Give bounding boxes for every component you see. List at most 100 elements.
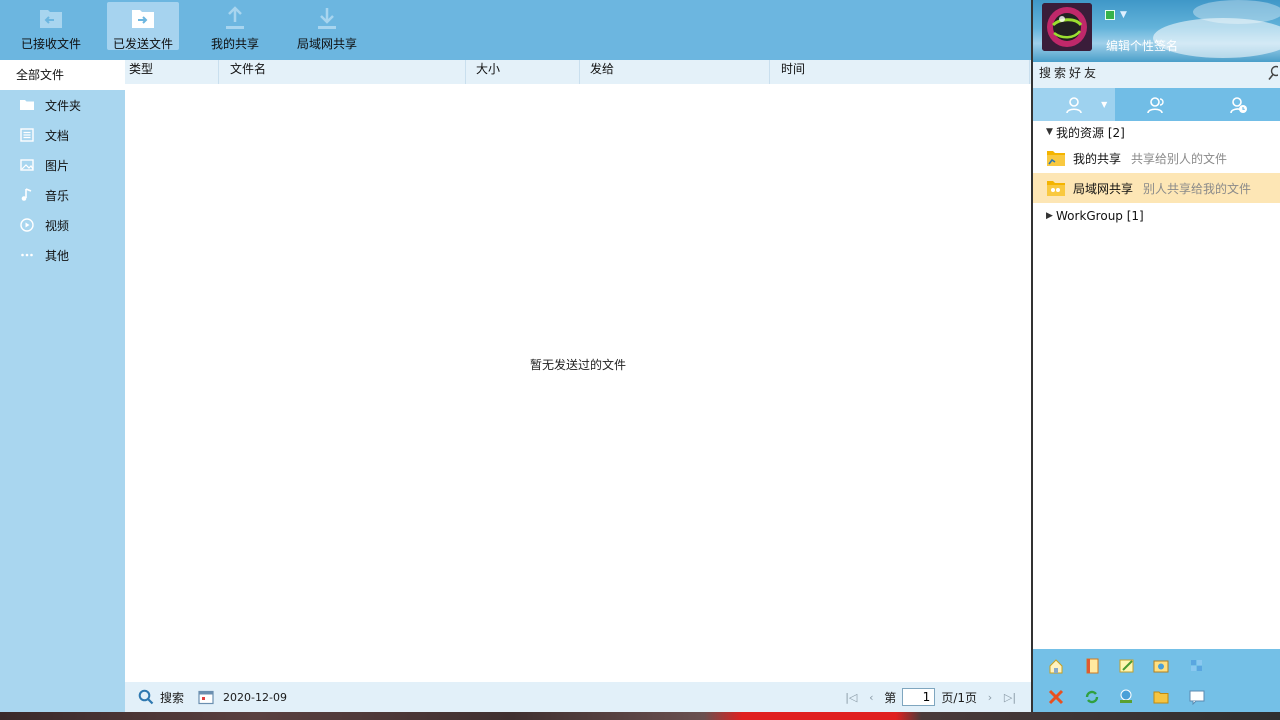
sidebar-item-video[interactable]: 视频 (0, 210, 125, 240)
tools-icon[interactable] (1048, 689, 1064, 705)
column-header-recipient[interactable]: 发给 (580, 60, 770, 84)
column-header-type[interactable]: 类型 (125, 60, 219, 84)
home-icon[interactable] (1048, 658, 1064, 674)
status-bar: 搜索 2020-12-09 |◁ ‹ 第 页/1页 › ▷| (125, 682, 1031, 712)
sidebar-item-folders[interactable]: 文件夹 (0, 90, 125, 120)
lan-folder-icon (1047, 180, 1065, 196)
date-picker[interactable]: 2020-12-09 (198, 689, 287, 705)
share-folder-icon (1047, 150, 1065, 166)
search-icon[interactable] (1268, 65, 1278, 81)
sent-files-button[interactable]: 已发送文件 (107, 2, 179, 51)
sidebar-item-other[interactable]: 其他 (0, 240, 125, 270)
column-header-size[interactable]: 大小 (466, 60, 580, 84)
prev-page-icon[interactable]: ‹ (864, 691, 878, 704)
last-page-icon[interactable]: ▷| (1003, 691, 1017, 704)
toolbar: 已接收文件 已发送文件 我的共享 局域网共享 (0, 0, 1031, 60)
contact-icon (1066, 96, 1082, 113)
folder-icon[interactable] (1153, 689, 1169, 705)
sidebar-item-label: 其他 (45, 248, 70, 263)
sent-files-icon (130, 5, 156, 31)
tree-group-label: WorkGroup [1] (1056, 209, 1144, 223)
avatar[interactable] (1042, 3, 1092, 51)
group-icon (1147, 96, 1165, 113)
sync-icon[interactable] (1084, 689, 1100, 705)
sidebar-item-label: 图片 (45, 158, 70, 173)
received-files-button[interactable]: 已接收文件 (16, 2, 86, 51)
sidebar-item-documents[interactable]: 文档 (0, 120, 125, 150)
tree-item-desc: 别人共享给我的文件 (1143, 181, 1252, 196)
expanded-triangle-icon: ▼ (1046, 127, 1053, 137)
resource-tree: ▼ 我的资源 [2] 我的共享 共享给别人的文件 局域网共享 别人共享给我的文件… (1033, 121, 1280, 227)
tree-group-workgroup[interactable]: ▶ WorkGroup [1] (1033, 205, 1280, 227)
folder-icon (20, 98, 34, 112)
page-prefix: 第 (884, 690, 897, 705)
header-cloud-decor (1193, 0, 1280, 24)
network-icon[interactable] (1118, 689, 1134, 705)
message-icon[interactable] (1189, 689, 1205, 706)
search-label: 搜索 (160, 690, 185, 705)
notebook-icon[interactable] (1084, 658, 1100, 674)
sidebar-item-label: 文件夹 (45, 98, 82, 113)
column-header-filename[interactable]: 文件名 (219, 60, 466, 84)
tab-groups[interactable] (1115, 88, 1197, 121)
lan-share-button[interactable]: 局域网共享 (290, 2, 364, 51)
music-icon (20, 188, 34, 202)
page-suffix: 页/1页 (941, 690, 977, 705)
file-table-body: 暂无发送过的文件 (125, 84, 1031, 682)
collapsed-triangle-icon: ▶ (1046, 211, 1053, 221)
received-files-icon (38, 5, 64, 31)
file-transfer-window: 已接收文件 已发送文件 我的共享 局域网共享 全部文件 文件夹 文档 图片 音乐… (0, 0, 1031, 712)
calendar-icon (198, 690, 214, 705)
friend-search-placeholder: 搜索好友 (1039, 66, 1100, 80)
chevron-down-icon[interactable]: ▼ (1101, 100, 1107, 109)
received-files-label: 已接收文件 (20, 37, 81, 51)
photo-album-icon[interactable] (1153, 658, 1169, 674)
tree-item-name: 我的共享 (1073, 151, 1122, 166)
my-share-button[interactable]: 我的共享 (204, 2, 266, 51)
app-launcher-bar (1033, 649, 1280, 712)
windows-icon[interactable] (1189, 658, 1205, 674)
tree-item-my-share[interactable]: 我的共享 共享给别人的文件 (1033, 143, 1280, 173)
signature-edit[interactable]: 编辑个性签名 (1106, 37, 1178, 54)
search-button[interactable]: 搜索 (138, 689, 184, 706)
download-icon (314, 5, 340, 31)
chevron-down-icon[interactable]: ▼ (1120, 10, 1127, 20)
document-icon (20, 128, 34, 142)
sent-files-label: 已发送文件 (112, 37, 173, 51)
contacts-panel: ▼ 编辑个性签名 搜索好友 ▼ ▼ 我的资源 [2] 我的共享 共享给别人的文件 (1033, 0, 1280, 720)
file-table-header: 类型 文件名 大小 发给 时间 (125, 60, 1031, 84)
search-icon (138, 689, 154, 705)
sidebar-item-label: 音乐 (45, 188, 70, 203)
recent-contacts-icon (1230, 96, 1247, 113)
pagination: |◁ ‹ 第 页/1页 › ▷| (844, 682, 1017, 712)
sidebar-item-images[interactable]: 图片 (0, 150, 125, 180)
tree-group-my-resources[interactable]: ▼ 我的资源 [2] (1033, 121, 1280, 143)
image-icon (20, 158, 34, 172)
desktop-background-strip (0, 712, 1280, 720)
notes-icon[interactable] (1119, 658, 1135, 674)
friend-search-input[interactable]: 搜索好友 (1033, 62, 1280, 88)
empty-state-message: 暂无发送过的文件 (529, 358, 626, 372)
upload-icon (222, 5, 248, 31)
more-icon (20, 248, 34, 262)
tab-recent[interactable] (1198, 88, 1280, 121)
sidebar-item-music[interactable]: 音乐 (0, 180, 125, 210)
tree-item-lan-share[interactable]: 局域网共享 别人共享给我的文件 (1033, 173, 1280, 203)
file-category-sidebar: 全部文件 文件夹 文档 图片 音乐 视频 其他 (0, 60, 125, 712)
tree-item-name: 局域网共享 (1073, 181, 1134, 196)
sidebar-item-label: 文档 (45, 128, 70, 143)
tab-contacts[interactable]: ▼ (1033, 88, 1116, 121)
sidebar-item-all-files[interactable]: 全部文件 (0, 60, 125, 90)
next-page-icon[interactable]: › (983, 691, 997, 704)
first-page-icon[interactable]: |◁ (844, 691, 858, 704)
online-status-icon[interactable] (1105, 10, 1115, 20)
lan-share-label: 局域网共享 (296, 37, 357, 51)
page-number-input[interactable] (902, 688, 936, 706)
my-share-label: 我的共享 (210, 37, 259, 51)
profile-header: ▼ 编辑个性签名 (1033, 0, 1280, 62)
video-icon (20, 218, 34, 232)
sidebar-item-label: 视频 (45, 218, 70, 233)
date-value: 2020-12-09 (223, 690, 287, 704)
column-header-time[interactable]: 时间 (770, 60, 1030, 84)
tree-group-label: 我的资源 [2] (1056, 125, 1125, 140)
